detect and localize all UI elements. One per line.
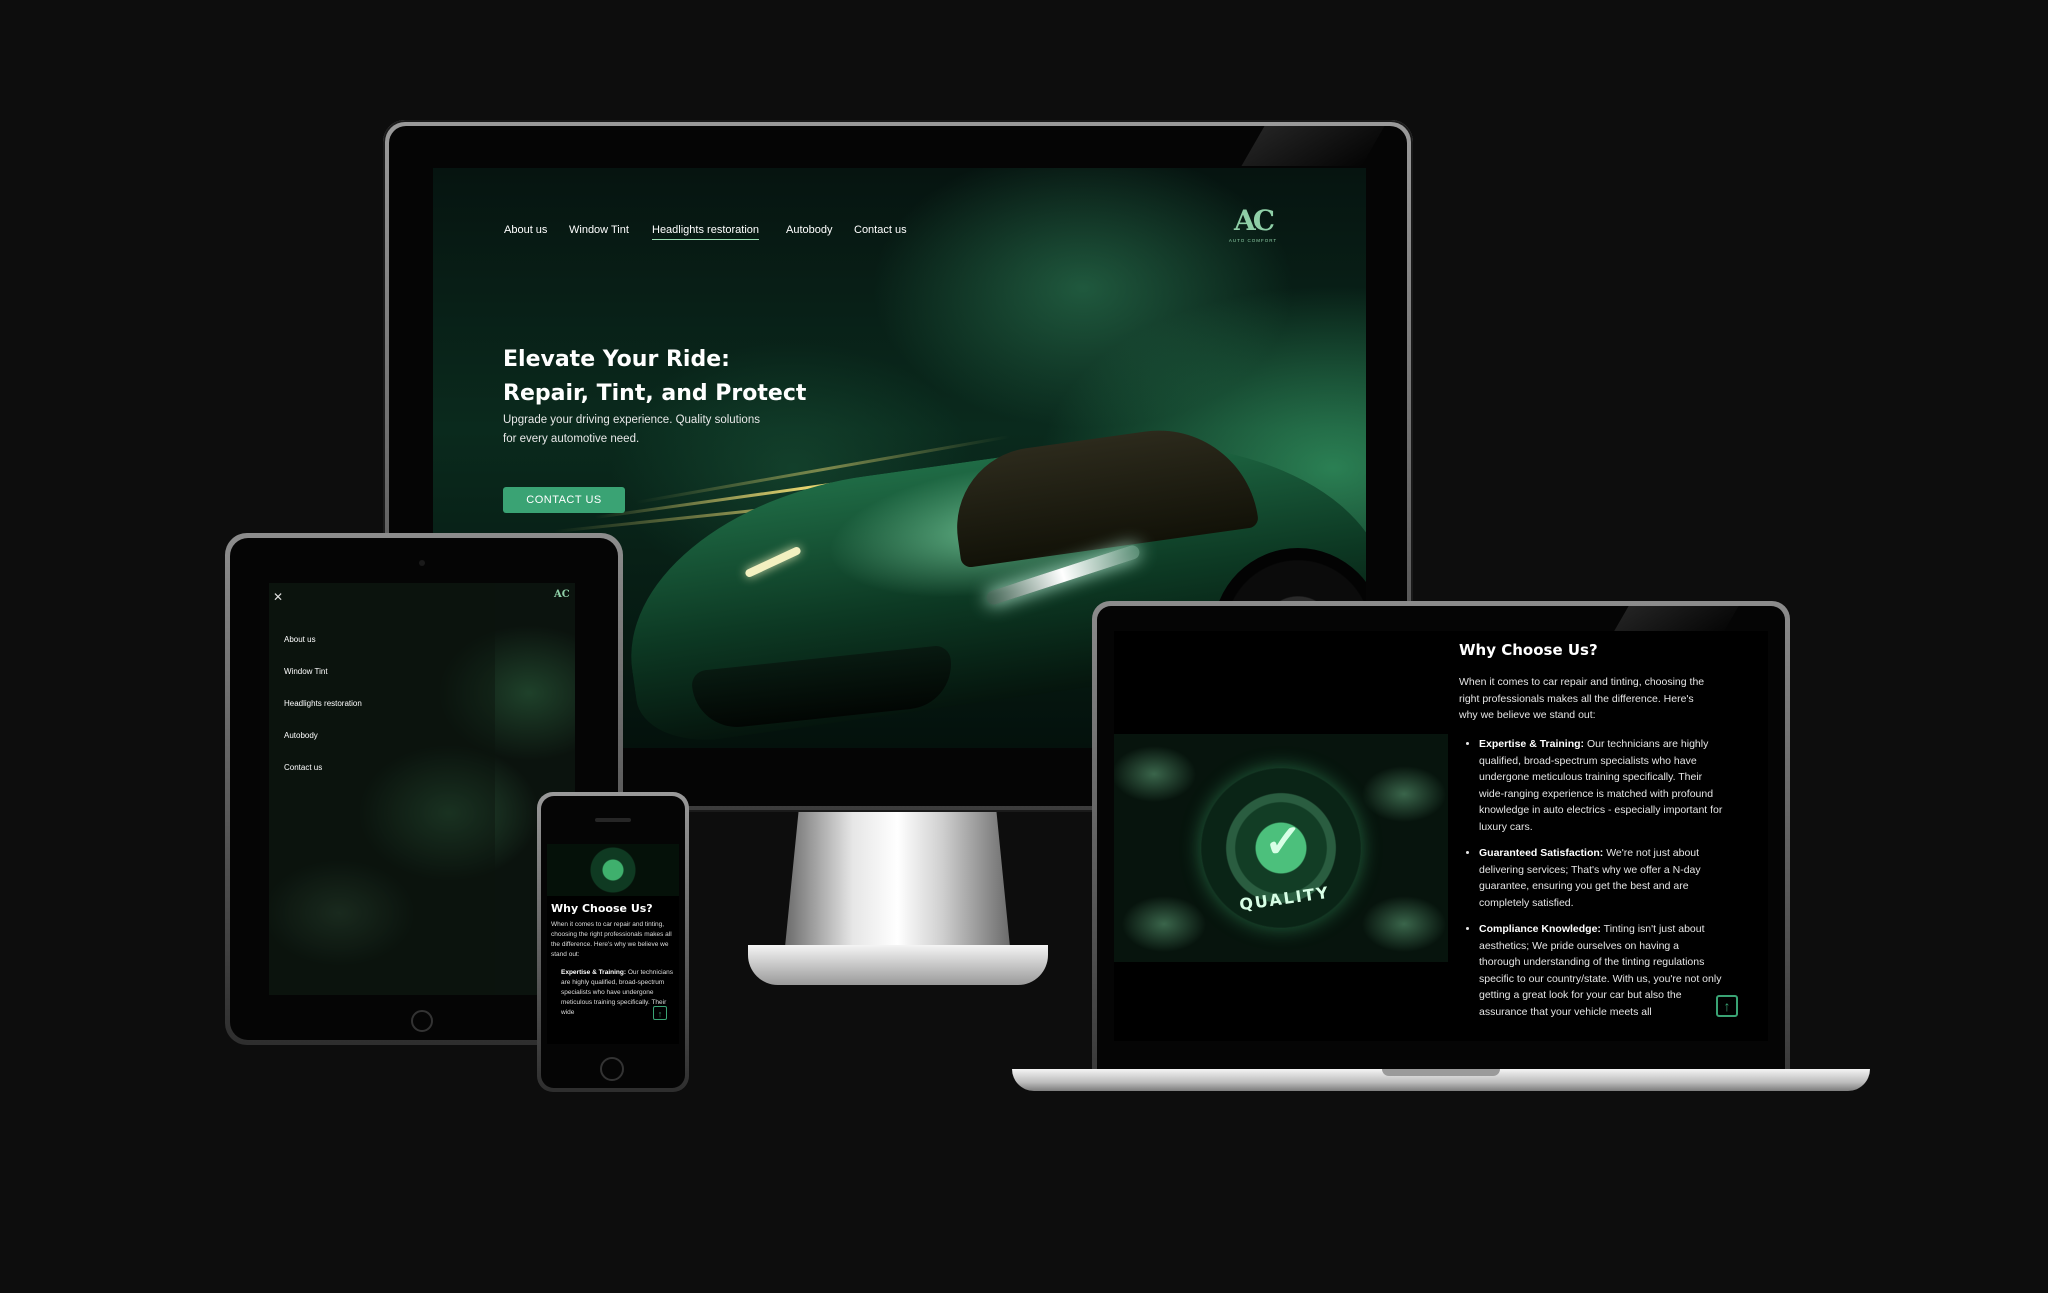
quality-check-icon: ✓ [1264,815,1303,867]
hero-title-line2: Repair, Tint, and Protect [503,381,807,406]
arrow-up-icon: ↑ [1723,998,1731,1014]
hero-title-line1: Elevate Your Ride: [503,347,730,372]
phone-point-heading: Expertise & Training: [561,969,627,976]
tablet-home-button[interactable] [411,1010,433,1032]
why-points-list: Expertise & Training: Our technicians ar… [1465,736,1723,1030]
phone-screen: Why Choose Us? When it comes to car repa… [547,844,679,1044]
contact-us-button[interactable]: CONTACT US [503,487,625,513]
close-icon[interactable]: ✕ [273,590,283,604]
why-intro: When it comes to car repair and tinting,… [1459,676,1705,721]
phone-home-button[interactable] [600,1057,624,1081]
tablet-menu-overlay [269,583,495,995]
why-point-text: Our technicians are highly qualified, br… [1479,738,1723,833]
nav-window-tint[interactable]: Window Tint [569,224,629,236]
logo-letters: AC [1233,204,1275,237]
hero-subtitle-line1: Upgrade your driving experience. Quality… [503,414,760,426]
why-point-heading: Guaranteed Satisfaction: [1479,847,1604,859]
quality-badge-image: ✓ QUALITY [1114,734,1448,962]
phone-why-intro: When it comes to car repair and tinting,… [551,921,672,958]
phone-back-to-top-button[interactable]: ↑ [653,1006,667,1020]
why-point-satisfaction: Guaranteed Satisfaction: We're not just … [1479,845,1723,911]
brand-logo[interactable]: AC AUTO COMFORT [1223,206,1283,256]
nav-contact-us[interactable]: Contact us [854,224,907,236]
nav-headlights-restoration[interactable]: Headlights restoration [652,224,760,240]
hero-subtitle: Upgrade your driving experience. Quality… [503,411,760,449]
hero-title: Elevate Your Ride: Repair, Tint, and Pro… [503,343,806,411]
why-point-text: Tinting isn't just about aesthetics; We … [1479,923,1722,1018]
nav-about-us[interactable]: About us [504,224,547,236]
laptop-trackpad-notch [1382,1069,1500,1076]
why-point-compliance: Compliance Knowledge: Tinting isn't just… [1479,921,1723,1020]
tablet-menu-window-tint[interactable]: Window Tint [284,667,328,676]
logo-tagline: AUTO COMFORT [1228,238,1278,243]
monitor-stand-base [748,945,1048,985]
phone-quality-image [547,844,679,896]
why-point-expertise: Expertise & Training: Our technicians ar… [1479,736,1723,835]
laptop-device: ✓ QUALITY Why Choose Us? When it comes t… [1092,601,1790,1073]
tablet-screen: ✕ AC About us Window Tint Headlights res… [269,583,575,995]
nav-autobody[interactable]: Autobody [786,224,832,236]
laptop-screen: ✓ QUALITY Why Choose Us? When it comes t… [1114,631,1768,1041]
tablet-menu-headlights-restoration[interactable]: Headlights restoration [284,699,362,708]
tablet-menu-about-us[interactable]: About us [284,635,316,644]
back-to-top-button[interactable]: ↑ [1716,995,1738,1017]
tablet-logo[interactable]: AC [554,589,570,600]
phone-speaker [595,818,631,822]
why-point-heading: Expertise & Training: [1479,738,1585,750]
phone-device: Why Choose Us? When it comes to car repa… [537,792,689,1092]
monitor-stand-neck [785,812,1010,947]
tablet-camera [419,560,425,566]
tablet-menu-autobody[interactable]: Autobody [284,731,318,740]
hero-subtitle-line2: for every automotive need. [503,433,640,445]
phone-why-title: Why Choose Us? [551,902,653,915]
why-title: Why Choose Us? [1459,641,1598,659]
tablet-menu-contact-us[interactable]: Contact us [284,763,322,772]
why-point-heading: Compliance Knowledge: [1479,923,1601,935]
